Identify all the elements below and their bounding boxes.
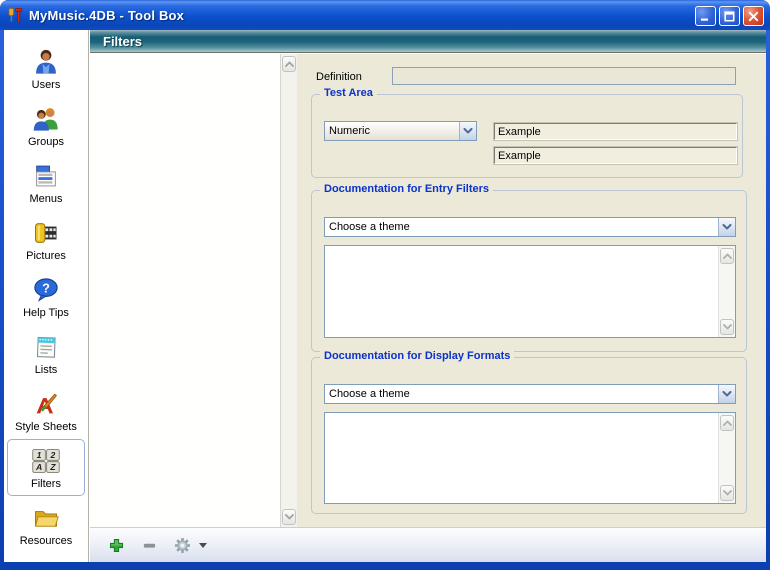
actions-menu-button[interactable] <box>172 535 192 555</box>
minus-icon <box>141 537 158 554</box>
test-area-title: Test Area <box>320 87 377 99</box>
svg-text:Z: Z <box>49 462 56 472</box>
test-type-value: Numeric <box>325 122 459 140</box>
scroll-up-button[interactable] <box>720 248 734 264</box>
sidebar-item-label: Groups <box>28 136 64 148</box>
test-example-output[interactable]: Example <box>494 147 737 164</box>
display-docs-scrollbar[interactable] <box>718 413 735 503</box>
toolbox-window: MyMusic.4DB - Tool Box <box>0 0 770 570</box>
display-docs-textarea[interactable] <box>324 412 736 504</box>
scroll-up-button[interactable] <box>720 415 734 431</box>
sidebar-item-label: Users <box>32 79 61 91</box>
minimize-icon <box>700 11 711 22</box>
display-theme-value: Choose a theme <box>325 385 718 403</box>
entry-docs-group: Documentation for Entry Filters Choose a… <box>311 190 747 352</box>
caret-down-icon[interactable] <box>199 543 207 548</box>
test-area-group: Test Area Numeric Example Example <box>311 94 743 178</box>
chevron-down-icon <box>285 514 294 520</box>
sidebar-item-label: Filters <box>31 478 61 490</box>
display-docs-title: Documentation for Display Formats <box>320 350 514 362</box>
test-example-input[interactable]: Example <box>494 123 737 140</box>
app-body: Users Groups <box>4 30 766 562</box>
sidebar-item-help-tips[interactable]: ? Help Tips <box>7 268 85 325</box>
remove-filter-button[interactable] <box>139 535 159 555</box>
filters-list[interactable] <box>90 54 297 527</box>
chevron-up-icon <box>723 420 732 426</box>
sidebar-item-lists[interactable]: Lists <box>7 325 85 382</box>
sidebar-item-label: Lists <box>35 364 58 376</box>
entry-theme-value: Choose a theme <box>325 218 718 236</box>
test-type-select[interactable]: Numeric <box>324 121 477 141</box>
scroll-up-button[interactable] <box>282 56 296 72</box>
chevron-down-icon <box>723 324 732 330</box>
chevron-up-icon <box>723 253 732 259</box>
entry-docs-textarea[interactable] <box>324 245 736 338</box>
display-docs-group: Documentation for Display Formats Choose… <box>311 357 747 514</box>
chevron-down-icon <box>723 490 732 496</box>
users-icon <box>30 46 62 78</box>
sidebar-item-label: Pictures <box>26 250 66 262</box>
scroll-down-button[interactable] <box>720 319 734 335</box>
sidebar-item-pictures[interactable]: Pictures <box>7 211 85 268</box>
sidebar-item-label: Resources <box>20 535 73 547</box>
sidebar: Users Groups <box>4 30 89 562</box>
sidebar-item-users[interactable]: Users <box>7 40 85 97</box>
sidebar-item-filters[interactable]: 12 AZ Filters <box>7 439 85 496</box>
svg-text:?: ? <box>42 281 50 296</box>
minimize-button[interactable] <box>695 6 716 26</box>
chevron-down-icon <box>718 385 735 403</box>
sidebar-item-style-sheets[interactable]: Style Sheets <box>7 382 85 439</box>
maximize-icon <box>724 11 735 22</box>
help-tips-icon: ? <box>30 274 62 306</box>
svg-text:2: 2 <box>50 450 56 460</box>
add-filter-button[interactable] <box>106 535 126 555</box>
section-header: Filters <box>90 30 766 53</box>
pictures-icon <box>30 217 62 249</box>
entry-theme-select[interactable]: Choose a theme <box>324 217 736 237</box>
sidebar-item-label: Style Sheets <box>15 421 77 433</box>
entry-docs-title: Documentation for Entry Filters <box>320 183 493 195</box>
sidebar-item-label: Help Tips <box>23 307 69 319</box>
close-icon <box>748 11 759 22</box>
test-example-result: Example <box>498 150 541 162</box>
list-toolbar <box>90 527 766 562</box>
gear-icon <box>173 536 192 555</box>
style-sheets-icon <box>30 388 62 420</box>
titlebar: MyMusic.4DB - Tool Box <box>0 0 770 30</box>
svg-text:1: 1 <box>37 450 42 460</box>
resources-icon <box>30 502 62 534</box>
definition-field[interactable] <box>392 67 736 85</box>
filter-detail-panel: Definition Test Area Numeric Example Exa… <box>297 54 766 527</box>
maximize-button[interactable] <box>719 6 740 26</box>
chevron-up-icon <box>285 61 294 67</box>
plus-icon <box>108 537 125 554</box>
sidebar-item-resources[interactable]: Resources <box>7 496 85 553</box>
scroll-down-button[interactable] <box>282 509 296 525</box>
groups-icon <box>30 103 62 135</box>
chevron-down-icon <box>718 218 735 236</box>
window-title: MyMusic.4DB - Tool Box <box>29 8 184 23</box>
display-theme-select[interactable]: Choose a theme <box>324 384 736 404</box>
lists-icon <box>30 331 62 363</box>
filters-icon: 12 AZ <box>30 445 62 477</box>
sidebar-item-menus[interactable]: Menus <box>7 154 85 211</box>
sidebar-item-label: Menus <box>29 193 62 205</box>
chevron-down-icon <box>459 122 476 140</box>
scroll-down-button[interactable] <box>720 485 734 501</box>
test-example-value: Example <box>498 126 541 138</box>
section-title: Filters <box>103 34 142 49</box>
close-button[interactable] <box>743 6 764 26</box>
list-scrollbar[interactable] <box>280 54 297 527</box>
svg-text:A: A <box>35 462 42 472</box>
menus-icon <box>30 160 62 192</box>
toolbox-app-icon <box>7 7 24 24</box>
definition-label: Definition <box>316 71 362 83</box>
entry-docs-scrollbar[interactable] <box>718 246 735 337</box>
sidebar-item-groups[interactable]: Groups <box>7 97 85 154</box>
